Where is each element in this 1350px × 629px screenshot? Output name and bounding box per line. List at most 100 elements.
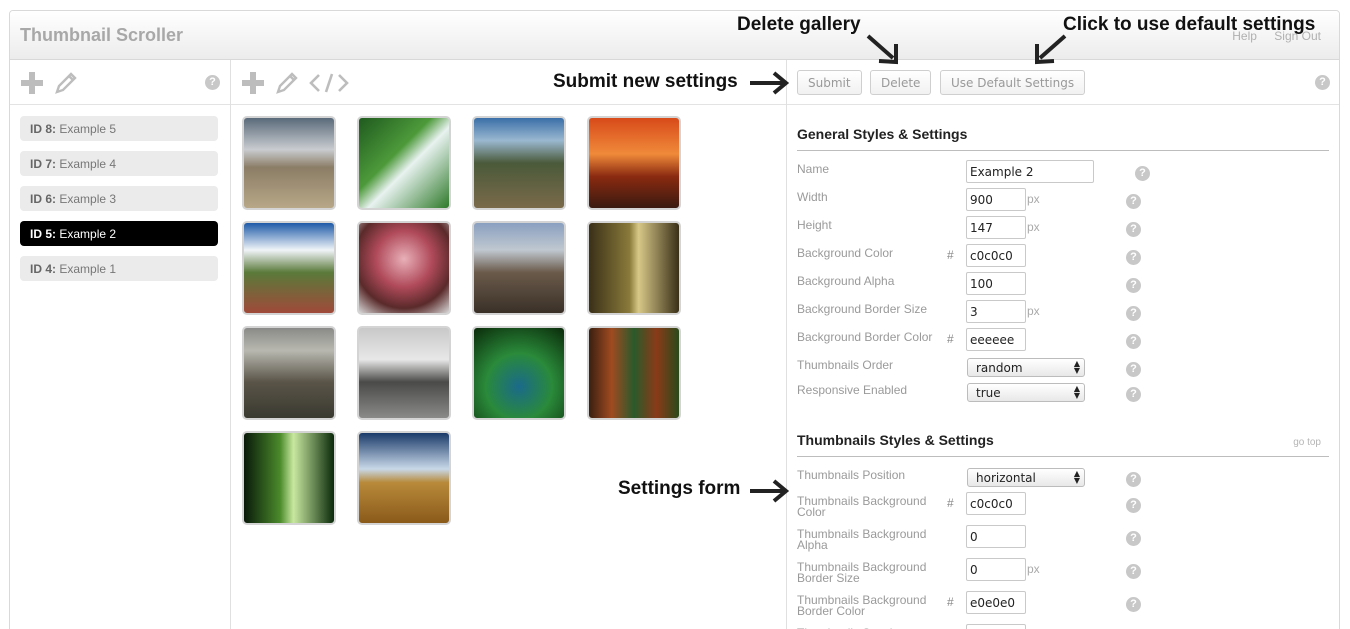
text-field[interactable]: 0 xyxy=(966,558,1026,581)
help-icon[interactable]: ? xyxy=(1315,75,1330,90)
help-icon[interactable]: ? xyxy=(1126,387,1141,402)
select-value: random xyxy=(976,361,1023,375)
hash-symbol: # xyxy=(947,496,954,510)
hash-symbol: # xyxy=(947,332,954,346)
embed-code-icon[interactable] xyxy=(308,71,350,100)
gallery-item[interactable]: ID 8: Example 5 xyxy=(20,116,218,141)
gallery-item[interactable]: ID 5: Example 2 xyxy=(20,221,218,246)
delete-button[interactable]: Delete xyxy=(870,70,932,95)
gallery-id: ID 6: xyxy=(30,192,57,206)
text-field[interactable]: e0e0e0 xyxy=(966,591,1026,614)
select-field[interactable]: horizontal ▲ ▼ xyxy=(967,468,1085,487)
thumbnail-image[interactable] xyxy=(587,326,681,420)
thumbnail-image[interactable] xyxy=(587,116,681,210)
field-label: Height xyxy=(797,218,832,232)
field-label: Thumbnails Background Alpha xyxy=(797,527,927,552)
text-field[interactable]: 900 xyxy=(966,188,1026,211)
help-icon[interactable]: ? xyxy=(1135,166,1150,181)
gallery-id: ID 7: xyxy=(30,157,57,171)
text-field[interactable]: c0c0c0 xyxy=(966,244,1026,267)
help-icon[interactable]: ? xyxy=(1126,194,1141,209)
gallery-item[interactable]: ID 6: Example 3 xyxy=(20,186,218,211)
thumbnail-image[interactable] xyxy=(472,116,566,210)
help-icon[interactable]: ? xyxy=(1126,498,1141,513)
unit-label: px xyxy=(1027,562,1040,576)
gallery-item[interactable]: ID 4: Example 1 xyxy=(20,256,218,281)
help-icon[interactable]: ? xyxy=(1126,597,1141,612)
help-icon[interactable]: ? xyxy=(1126,306,1141,321)
app-window: Thumbnail Scroller Help Sign Out ? ? ID xyxy=(9,10,1340,629)
field-label: Name xyxy=(797,162,830,176)
text-field[interactable]: 100 xyxy=(966,272,1026,295)
arrow-icon xyxy=(750,71,790,95)
help-icon[interactable]: ? xyxy=(1126,531,1141,546)
select-value: true xyxy=(976,386,1001,400)
column-divider xyxy=(230,60,231,629)
thumbnail-image[interactable] xyxy=(242,221,336,315)
text-field[interactable]: c0c0c0 xyxy=(966,492,1026,515)
help-icon[interactable]: ? xyxy=(1126,250,1141,265)
go-top-link[interactable]: go top xyxy=(1293,437,1321,448)
text-field[interactable]: 10 xyxy=(966,624,1026,629)
hash-symbol: # xyxy=(947,595,954,609)
thumbnail-image[interactable] xyxy=(587,221,681,315)
thumbnail-image[interactable] xyxy=(472,221,566,315)
thumbnail-image[interactable] xyxy=(357,116,451,210)
thumbnails-section-title: Thumbnails Styles & Settings xyxy=(797,432,994,448)
gallery-id: ID 5: xyxy=(30,227,57,241)
text-field[interactable]: 147 xyxy=(966,216,1026,239)
gallery-name: Example 3 xyxy=(59,192,117,206)
submit-button[interactable]: Submit xyxy=(797,70,862,95)
help-icon[interactable]: ? xyxy=(1126,334,1141,349)
help-icon[interactable]: ? xyxy=(1126,564,1141,579)
help-icon[interactable]: ? xyxy=(205,75,220,90)
gallery-id: ID 8: xyxy=(30,122,57,136)
select-arrows-icon: ▲ ▼ xyxy=(1073,359,1080,375)
select-arrows-icon: ▲ ▼ xyxy=(1073,469,1080,485)
add-image-icon[interactable] xyxy=(241,71,265,100)
use-default-settings-button[interactable]: Use Default Settings xyxy=(940,70,1086,95)
edit-gallery-icon[interactable] xyxy=(54,71,78,100)
select-field[interactable]: true ▲ ▼ xyxy=(967,383,1085,402)
thumbnail-image[interactable] xyxy=(242,116,336,210)
field-label: Background Alpha xyxy=(797,274,895,288)
text-field[interactable]: eeeeee xyxy=(966,328,1026,351)
thumbnail-image[interactable] xyxy=(242,326,336,420)
arrow-icon xyxy=(1035,34,1067,65)
edit-image-icon[interactable] xyxy=(275,71,299,100)
gallery-list: ID 8: Example 5 ID 7: Example 4 ID 6: Exam… xyxy=(20,116,218,291)
thumbnail-image[interactable] xyxy=(357,431,451,525)
thumbnail-image[interactable] xyxy=(242,431,336,525)
gallery-item[interactable]: ID 7: Example 4 xyxy=(20,151,218,176)
text-field[interactable]: 0 xyxy=(966,525,1026,548)
help-icon[interactable]: ? xyxy=(1126,472,1141,487)
select-field[interactable]: random ▲ ▼ xyxy=(967,358,1085,377)
help-icon[interactable]: ? xyxy=(1126,362,1141,377)
thumbnail-image[interactable] xyxy=(357,326,451,420)
gallery-toolbar: ? xyxy=(10,61,230,105)
app-title: Thumbnail Scroller xyxy=(20,25,184,45)
thumbnail-image[interactable] xyxy=(357,221,451,315)
help-icon[interactable]: ? xyxy=(1126,222,1141,237)
gallery-name: Example 1 xyxy=(59,262,117,276)
text-field[interactable]: Example 2 xyxy=(966,160,1094,183)
annotation-delete-gallery: Delete gallery xyxy=(737,14,861,35)
help-icon[interactable]: ? xyxy=(1126,278,1141,293)
thumbnail-image[interactable] xyxy=(472,326,566,420)
divider xyxy=(797,456,1329,457)
arrow-icon xyxy=(750,479,790,503)
gallery-id: ID 4: xyxy=(30,262,57,276)
hash-symbol: # xyxy=(947,248,954,262)
unit-label: px xyxy=(1027,220,1040,234)
field-label: Background Color xyxy=(797,246,894,260)
text-field[interactable]: 3 xyxy=(966,300,1026,323)
select-arrows-icon: ▲ ▼ xyxy=(1073,384,1080,400)
field-label: Thumbnails Background Color xyxy=(797,494,927,519)
gallery-name: Example 2 xyxy=(59,227,117,241)
add-gallery-icon[interactable] xyxy=(20,71,44,100)
unit-label: px xyxy=(1027,192,1040,206)
select-value: horizontal xyxy=(976,471,1036,485)
field-label: Width xyxy=(797,190,828,204)
annotation-default-settings: Click to use default settings xyxy=(1063,14,1316,35)
field-label: Background Border Color xyxy=(797,330,933,344)
